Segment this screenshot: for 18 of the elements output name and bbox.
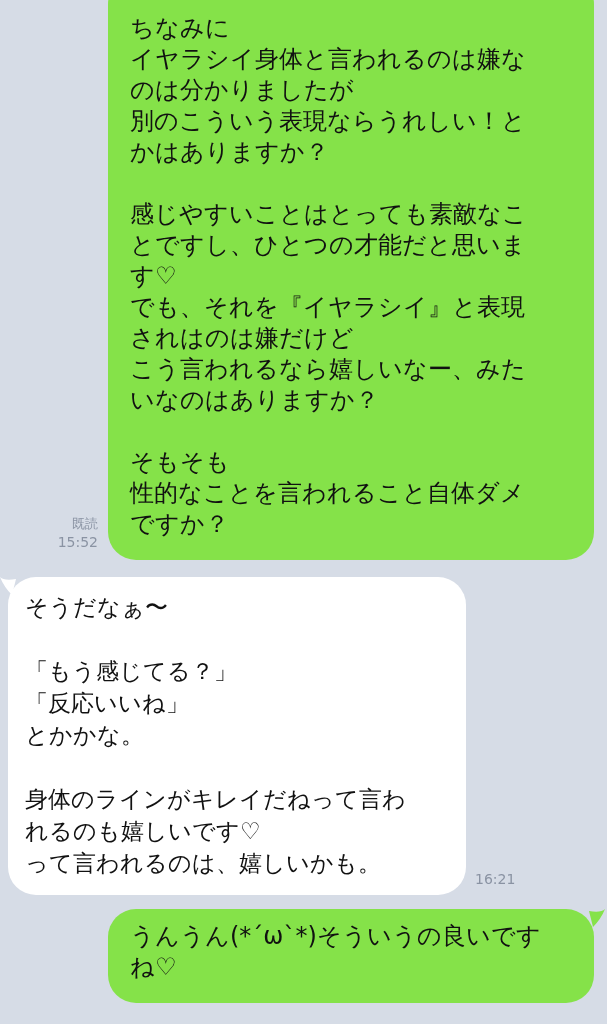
message-text: ちなみに — [130, 13, 231, 44]
message-text: こう言われるなら嬉しいなー、みたいなのはありますか？ — [130, 354, 527, 416]
message-text: 感じやすいことはとっても素敵なことですし、ひとつの才能だと思います♡ — [130, 199, 528, 292]
read-receipt: 既読 — [72, 515, 98, 533]
message-text: うんうん(*´ω`*)そういうの良いですね♡ — [130, 921, 542, 983]
message-text: って言われるのは、嬉しいかも。 — [25, 849, 382, 878]
message-text: 「反応いいね」 — [25, 689, 190, 718]
message-text: そうだなぁ〜 — [25, 593, 169, 622]
message-time: 15:52 — [57, 533, 98, 552]
message-time: 16:21 — [475, 870, 516, 889]
message-text: とかかな。 — [25, 721, 145, 750]
message-text: そもそも — [130, 447, 231, 478]
message-text: 性的なことを言われること自体ダメですか？ — [130, 478, 526, 540]
message-text: イヤラシイ身体と言われるのは嫌なのは分かりましたが — [130, 44, 527, 106]
message-text: でも、それを『イヤラシイ』と表現されはのは嫌だけど — [130, 292, 526, 354]
message-text: 「もう感じてる？」 — [25, 657, 238, 686]
message-text: 別のこういう表現ならうれしい！とかはありますか？ — [130, 106, 527, 168]
message-text: 身体のラインがキレイだねって言われるのも嬉しいです♡ — [25, 785, 407, 846]
